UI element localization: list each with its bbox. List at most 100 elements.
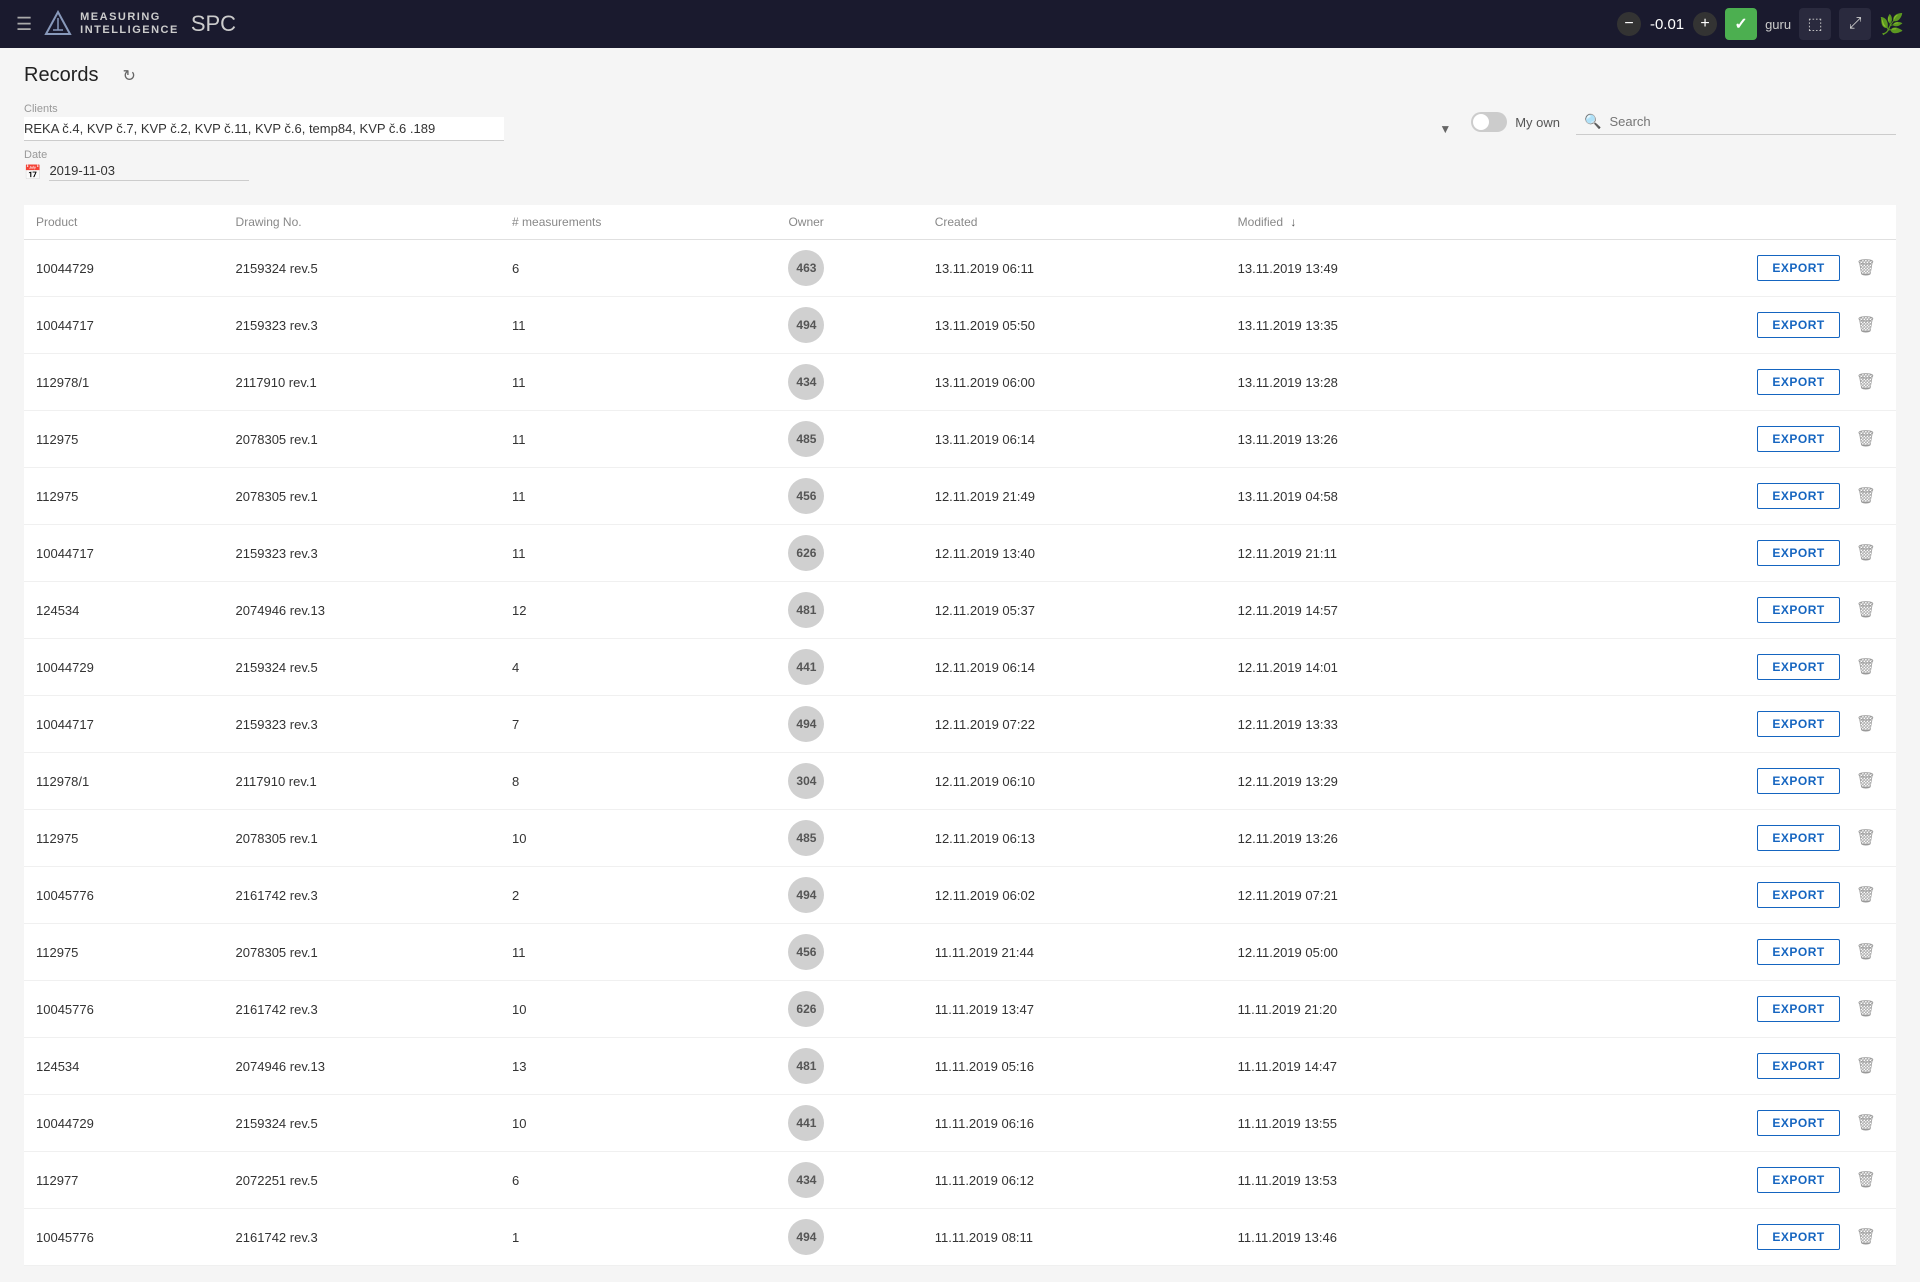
owner-badge: 456 [788, 478, 824, 514]
cell-measurements: 2 [500, 867, 776, 924]
export-button[interactable]: EXPORT [1757, 255, 1839, 281]
col-product: Product [24, 205, 224, 240]
search-wrap: 🔍 [1576, 109, 1896, 135]
cell-drawing: 2161742 rev.3 [224, 867, 500, 924]
delete-icon[interactable]: 🗑 [1848, 938, 1884, 966]
cell-actions: EXPORT 🗑 [1529, 1209, 1896, 1266]
export-button[interactable]: EXPORT [1757, 597, 1839, 623]
export-button[interactable]: EXPORT [1757, 540, 1839, 566]
export-button[interactable]: EXPORT [1757, 1053, 1839, 1079]
export-button[interactable]: EXPORT [1757, 369, 1839, 395]
owner-badge: 494 [788, 706, 824, 742]
export-button[interactable]: EXPORT [1757, 939, 1839, 965]
delete-icon[interactable]: 🗑 [1848, 596, 1884, 624]
cell-owner: 463 [776, 240, 922, 297]
export-button[interactable]: EXPORT [1757, 711, 1839, 737]
col-modified[interactable]: Modified ↓ [1226, 205, 1529, 240]
cell-product: 112975 [24, 411, 224, 468]
delete-icon[interactable]: 🗑 [1848, 254, 1884, 282]
delete-icon[interactable]: 🗑 [1848, 767, 1884, 795]
score-plus-button[interactable]: + [1693, 12, 1717, 36]
owner-badge: 441 [788, 649, 824, 685]
score-value: -0.01 [1645, 16, 1689, 33]
date-input-wrap: 📅 2019-11-03 [24, 163, 249, 181]
content-area: Records ↻ Clients REKA č.4, KVP č.7, KVP… [0, 48, 1920, 1282]
delete-icon[interactable]: 🗑 [1848, 1109, 1884, 1137]
cell-drawing: 2078305 rev.1 [224, 411, 500, 468]
clients-select[interactable]: REKA č.4, KVP č.7, KVP č.2, KVP č.11, KV… [24, 117, 504, 141]
cell-owner: 494 [776, 297, 922, 354]
cell-modified: 12.11.2019 07:21 [1226, 867, 1529, 924]
export-button[interactable]: EXPORT [1757, 825, 1839, 851]
delete-icon[interactable]: 🗑 [1848, 1223, 1884, 1251]
menu-icon[interactable]: ☰ [16, 14, 32, 35]
export-button[interactable]: EXPORT [1757, 483, 1839, 509]
delete-icon[interactable]: 🗑 [1848, 1166, 1884, 1194]
export-button[interactable]: EXPORT [1757, 654, 1839, 680]
delete-icon[interactable]: 🗑 [1848, 1052, 1884, 1080]
delete-icon[interactable]: 🗑 [1848, 368, 1884, 396]
cell-created: 12.11.2019 05:37 [923, 582, 1226, 639]
export-button[interactable]: EXPORT [1757, 996, 1839, 1022]
cell-modified: 11.11.2019 13:46 [1226, 1209, 1529, 1266]
login-button[interactable]: ⬚ [1799, 8, 1831, 40]
cell-actions: EXPORT 🗑 [1529, 525, 1896, 582]
cell-created: 11.11.2019 06:16 [923, 1095, 1226, 1152]
owner-badge: 494 [788, 877, 824, 913]
cell-drawing: 2117910 rev.1 [224, 354, 500, 411]
score-minus-button[interactable]: − [1617, 12, 1641, 36]
delete-icon[interactable]: 🗑 [1848, 311, 1884, 339]
search-input[interactable] [1609, 114, 1869, 129]
export-button[interactable]: EXPORT [1757, 1224, 1839, 1250]
delete-icon[interactable]: 🗑 [1848, 653, 1884, 681]
delete-icon[interactable]: 🗑 [1848, 710, 1884, 738]
cell-product: 10044729 [24, 240, 224, 297]
expand-button[interactable]: ⤢ [1839, 8, 1871, 40]
page-header: Records ↻ [24, 64, 1896, 87]
delete-icon[interactable]: 🗑 [1848, 482, 1884, 510]
my-own-toggle: My own [1471, 112, 1560, 132]
table-row: 112975 2078305 rev.1 11 456 12.11.2019 2… [24, 468, 1896, 525]
cell-drawing: 2159323 rev.3 [224, 525, 500, 582]
export-button[interactable]: EXPORT [1757, 426, 1839, 452]
cell-created: 11.11.2019 08:11 [923, 1209, 1226, 1266]
delete-icon[interactable]: 🗑 [1848, 824, 1884, 852]
date-value[interactable]: 2019-11-03 [49, 163, 249, 181]
delete-icon[interactable]: 🗑 [1848, 881, 1884, 909]
cell-actions: EXPORT 🗑 [1529, 924, 1896, 981]
cell-measurements: 10 [500, 810, 776, 867]
cell-actions: EXPORT 🗑 [1529, 468, 1896, 525]
date-label: Date [24, 149, 249, 161]
spc-label: SPC [191, 11, 236, 37]
cell-actions: EXPORT 🗑 [1529, 1038, 1896, 1095]
delete-icon[interactable]: 🗑 [1848, 539, 1884, 567]
delete-icon[interactable]: 🗑 [1848, 995, 1884, 1023]
cell-modified: 12.11.2019 13:26 [1226, 810, 1529, 867]
my-own-switch[interactable] [1471, 112, 1507, 132]
export-button[interactable]: EXPORT [1757, 312, 1839, 338]
export-button[interactable]: EXPORT [1757, 768, 1839, 794]
cell-drawing: 2159324 rev.5 [224, 240, 500, 297]
cell-modified: 12.11.2019 21:11 [1226, 525, 1529, 582]
calendar-icon[interactable]: 📅 [24, 164, 41, 181]
cell-owner: 626 [776, 981, 922, 1038]
export-button[interactable]: EXPORT [1757, 1167, 1839, 1193]
table-header-row: Product Drawing No. # measurements Owner… [24, 205, 1896, 240]
col-created: Created [923, 205, 1226, 240]
cell-product: 112975 [24, 810, 224, 867]
controls-row: Clients REKA č.4, KVP č.7, KVP č.2, KVP … [24, 103, 1896, 141]
check-button[interactable]: ✓ [1725, 8, 1757, 40]
date-group: Date 📅 2019-11-03 [24, 149, 249, 181]
cell-measurements: 11 [500, 411, 776, 468]
cell-drawing: 2159323 rev.3 [224, 696, 500, 753]
owner-badge: 481 [788, 1048, 824, 1084]
cell-product: 124534 [24, 582, 224, 639]
clients-group: Clients REKA č.4, KVP č.7, KVP č.2, KVP … [24, 103, 1455, 141]
delete-icon[interactable]: 🗑 [1848, 425, 1884, 453]
refresh-icon[interactable]: ↻ [122, 66, 135, 86]
cell-modified: 11.11.2019 14:47 [1226, 1038, 1529, 1095]
export-button[interactable]: EXPORT [1757, 882, 1839, 908]
cell-modified: 11.11.2019 21:20 [1226, 981, 1529, 1038]
export-button[interactable]: EXPORT [1757, 1110, 1839, 1136]
cell-drawing: 2074946 rev.13 [224, 1038, 500, 1095]
